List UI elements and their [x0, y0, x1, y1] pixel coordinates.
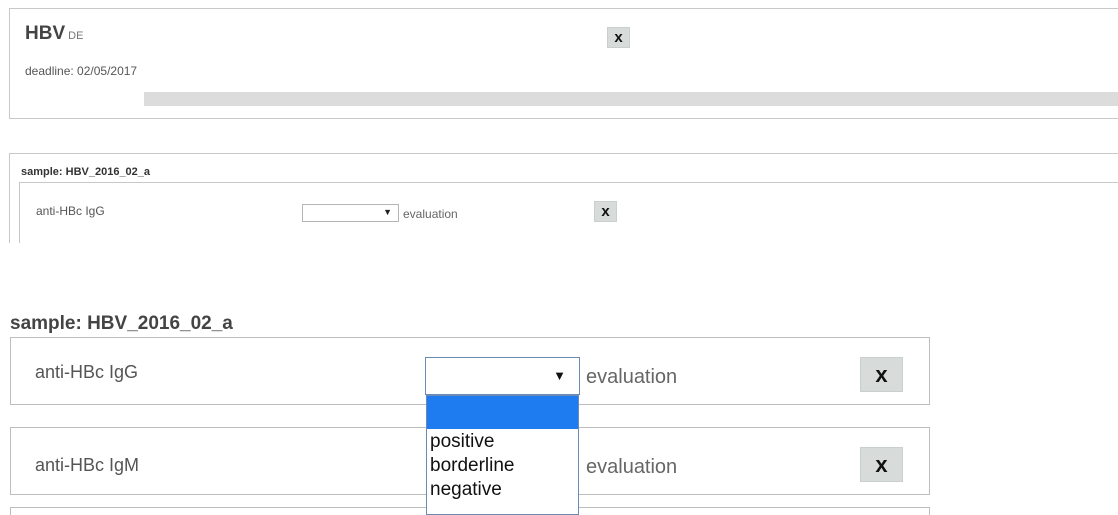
evaluation-dropdown-list[interactable]: positive borderline negative — [426, 395, 579, 515]
sample-row — [19, 182, 1118, 243]
evaluation-label-igm: evaluation — [586, 456, 678, 478]
chevron-down-icon: ▼ — [553, 368, 566, 383]
dropdown-option-borderline[interactable]: borderline — [430, 455, 515, 477]
dropdown-option-positive[interactable]: positive — [430, 431, 494, 453]
dropdown-option-negative[interactable]: negative — [430, 479, 502, 501]
chevron-down-icon: ▼ — [383, 207, 392, 217]
remove-row-button[interactable]: x — [594, 201, 617, 222]
remove-row-button-igg[interactable]: x — [860, 357, 903, 392]
progress-bar — [144, 92, 1118, 106]
close-icon: x — [601, 203, 610, 220]
test-label: anti-HBc IgG — [36, 204, 105, 218]
deadline-text: deadline: 02/05/2017 — [25, 64, 138, 78]
dropdown-option-blank[interactable] — [427, 396, 578, 429]
course-title: HBV — [25, 23, 66, 44]
evaluation-select[interactable]: ▼ — [302, 204, 399, 222]
sample-title: sample: HBV_2016_02_a — [21, 166, 151, 178]
close-button[interactable]: x — [607, 27, 630, 48]
test-label-igm: anti-HBc IgM — [35, 455, 140, 475]
sample-title-large: sample: HBV_2016_02_a — [10, 313, 233, 334]
close-icon: x — [614, 29, 623, 46]
evaluation-select-igg[interactable]: ▼ — [425, 357, 580, 395]
close-icon: x — [875, 361, 888, 387]
evaluation-label-igg: evaluation — [586, 366, 678, 388]
evaluation-label: evaluation — [403, 207, 458, 221]
test-label-igg: anti-HBc IgG — [35, 362, 139, 382]
remove-row-button-igm[interactable]: x — [860, 447, 903, 482]
page-title: HBV DE — [25, 23, 83, 45]
close-icon: x — [875, 451, 888, 477]
progress-fill — [144, 92, 1118, 106]
language-badge: DE — [68, 30, 84, 42]
